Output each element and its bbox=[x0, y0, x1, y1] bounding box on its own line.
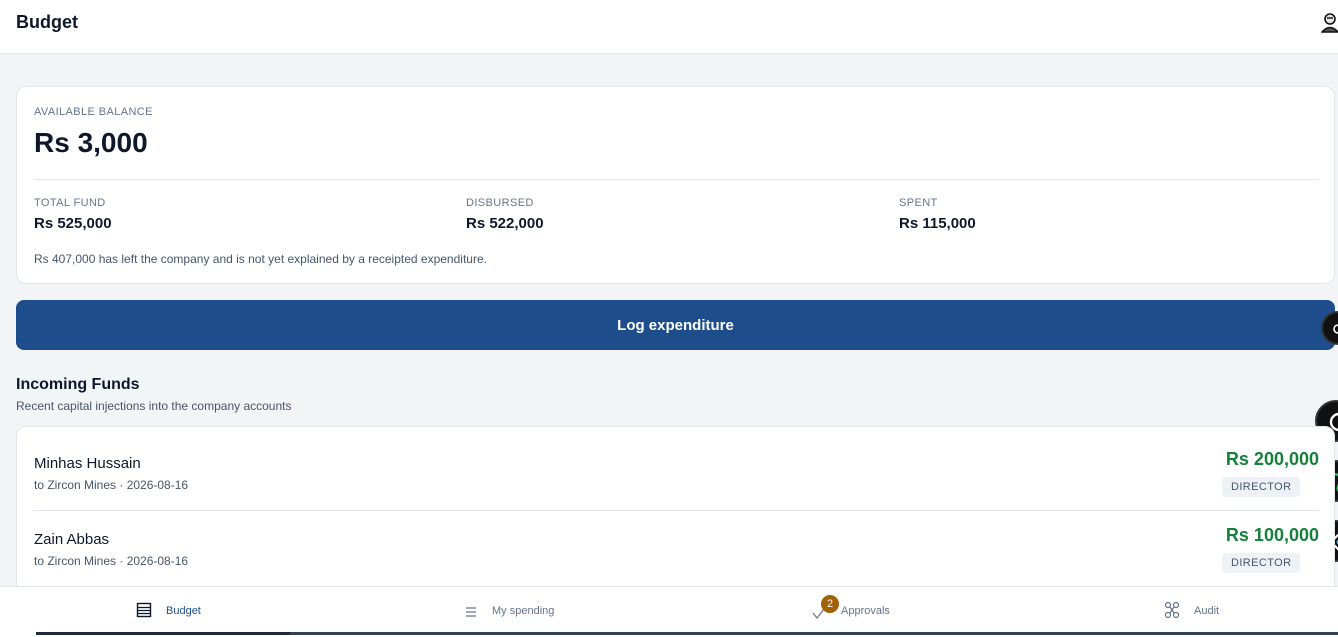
list-item[interactable]: Minhas Hussain to Zircon Mines · 2026-08… bbox=[17, 435, 1334, 511]
nav-label: Budget bbox=[166, 605, 201, 617]
incoming-funds-subtitle: Recent capital injections into the compa… bbox=[16, 399, 292, 413]
divider bbox=[34, 179, 1319, 180]
available-balance-value: Rs 3,000 bbox=[34, 127, 148, 158]
nav-item-audit[interactable]: Audit bbox=[1164, 587, 1219, 635]
available-balance-label: AVAILABLE BALANCE bbox=[34, 106, 153, 118]
nav-item-approvals[interactable]: 2 Approvals bbox=[812, 587, 890, 635]
nav-label: My spending bbox=[492, 605, 555, 617]
log-expenditure-button[interactable]: Log expenditure bbox=[16, 300, 1335, 350]
funder-name: Minhas Hussain bbox=[34, 455, 141, 472]
stat-spent: SPENT Rs 115,000 bbox=[899, 197, 976, 232]
page-title: Budget bbox=[16, 12, 78, 32]
stat-value: Rs 115,000 bbox=[899, 215, 976, 232]
approvals-count-badge: 2 bbox=[821, 595, 839, 613]
bottom-edge bbox=[0, 632, 1338, 637]
role-badge: DIRECTOR bbox=[1222, 553, 1301, 573]
bottom-nav: Budget My spending 2 Approvals Audit bbox=[0, 586, 1338, 637]
role-badge: DIRECTOR bbox=[1222, 477, 1301, 497]
stat-value: Rs 525,000 bbox=[34, 215, 112, 232]
fund-meta: to Zircon Mines · 2026-08-16 bbox=[34, 478, 189, 492]
stat-label: DISBURSED bbox=[466, 197, 534, 209]
balance-note: Rs 407,000 has left the company and is n… bbox=[34, 252, 487, 266]
nav-item-budget[interactable]: Budget bbox=[136, 587, 201, 635]
fund-amount: Rs 100,000 bbox=[1225, 525, 1319, 545]
floating-action-icon[interactable] bbox=[1321, 311, 1338, 345]
user-icon[interactable] bbox=[1320, 12, 1338, 34]
top-bar: Budget bbox=[0, 0, 1338, 54]
check-icon: 2 bbox=[812, 587, 839, 635]
funder-name: Zain Abbas bbox=[34, 531, 110, 548]
stat-disbursed: DISBURSED Rs 522,000 bbox=[466, 197, 544, 232]
balance-card: AVAILABLE BALANCE Rs 3,000 TOTAL FUND Rs… bbox=[16, 86, 1335, 284]
incoming-funds-title: Incoming Funds bbox=[16, 376, 140, 393]
nav-item-my-spending[interactable]: My spending bbox=[464, 587, 554, 635]
stat-label: SPENT bbox=[899, 197, 938, 209]
strip-segment bbox=[290, 632, 1338, 635]
fund-amount: Rs 200,000 bbox=[1225, 449, 1319, 469]
list-icon bbox=[464, 602, 478, 621]
nav-label: Audit bbox=[1194, 605, 1220, 617]
ledger-icon bbox=[136, 602, 152, 621]
stat-value: Rs 522,000 bbox=[466, 215, 544, 232]
list-item[interactable]: Zain Abbas to Zircon Mines · 2026-08-16 … bbox=[17, 511, 1334, 587]
audit-icon bbox=[1164, 601, 1180, 622]
nav-label: Approvals bbox=[841, 605, 890, 617]
stat-label: TOTAL FUND bbox=[34, 197, 106, 209]
stat-total-fund: TOTAL FUND Rs 525,000 bbox=[34, 197, 112, 232]
strip-segment bbox=[36, 632, 290, 635]
fund-meta: to Zircon Mines · 2026-08-16 bbox=[34, 554, 189, 568]
